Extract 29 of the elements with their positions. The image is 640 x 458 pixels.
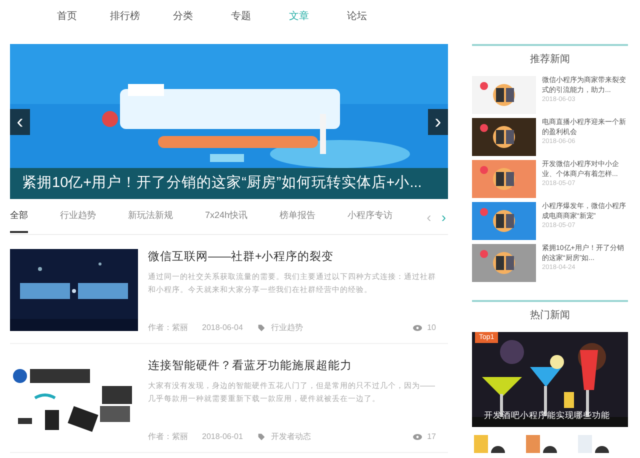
author-name: 作者：紫丽 bbox=[148, 431, 188, 442]
category-tab[interactable]: 新玩法新规 bbox=[128, 201, 173, 233]
eye-icon bbox=[413, 432, 422, 440]
view-count: 17 bbox=[427, 432, 436, 441]
publish-date: 2018-06-04 bbox=[202, 323, 243, 332]
nav-link[interactable]: 论坛 bbox=[328, 9, 386, 23]
previous-button[interactable]: ‹ bbox=[10, 109, 30, 135]
article-title[interactable]: 连接智能硬件？看蓝牙功能施展超能力 bbox=[148, 358, 448, 373]
category-tab[interactable]: 榜单报告 bbox=[280, 201, 316, 233]
publish-date: 2018-06-01 bbox=[202, 432, 243, 441]
eye-icon bbox=[413, 324, 422, 332]
nav-link[interactable]: 分类 bbox=[154, 9, 212, 23]
section-title: 热门新闻 bbox=[529, 308, 571, 323]
nav-link[interactable]: 首页 bbox=[38, 9, 96, 23]
nav-link[interactable]: 专题 bbox=[212, 9, 270, 23]
next-button[interactable]: › bbox=[428, 109, 448, 135]
tag-icon bbox=[256, 432, 266, 440]
category-tab[interactable]: 全部 bbox=[10, 201, 28, 233]
banner-caption[interactable]: 紧拥10亿+用户！开了分销的这家“厨房”如何玩转实体店+小... bbox=[10, 168, 448, 199]
author-name: 作者：紫丽 bbox=[148, 322, 188, 333]
news-title[interactable]: 开发酒吧小程序能实现哪些功能 bbox=[484, 410, 610, 422]
category-tab[interactable]: 7x24h快讯 bbox=[205, 201, 248, 233]
category-tab[interactable]: 小程序专访 bbox=[348, 201, 393, 233]
view-count: 10 bbox=[427, 323, 436, 332]
category-tab[interactable]: 行业趋势 bbox=[60, 201, 96, 233]
tag-icon bbox=[256, 324, 266, 332]
section-title: 推荐新闻 bbox=[529, 52, 571, 67]
nav-link[interactable]: 排行榜 bbox=[96, 9, 154, 23]
article-title[interactable]: 微信互联网——社群+小程序的裂变 bbox=[148, 249, 448, 264]
